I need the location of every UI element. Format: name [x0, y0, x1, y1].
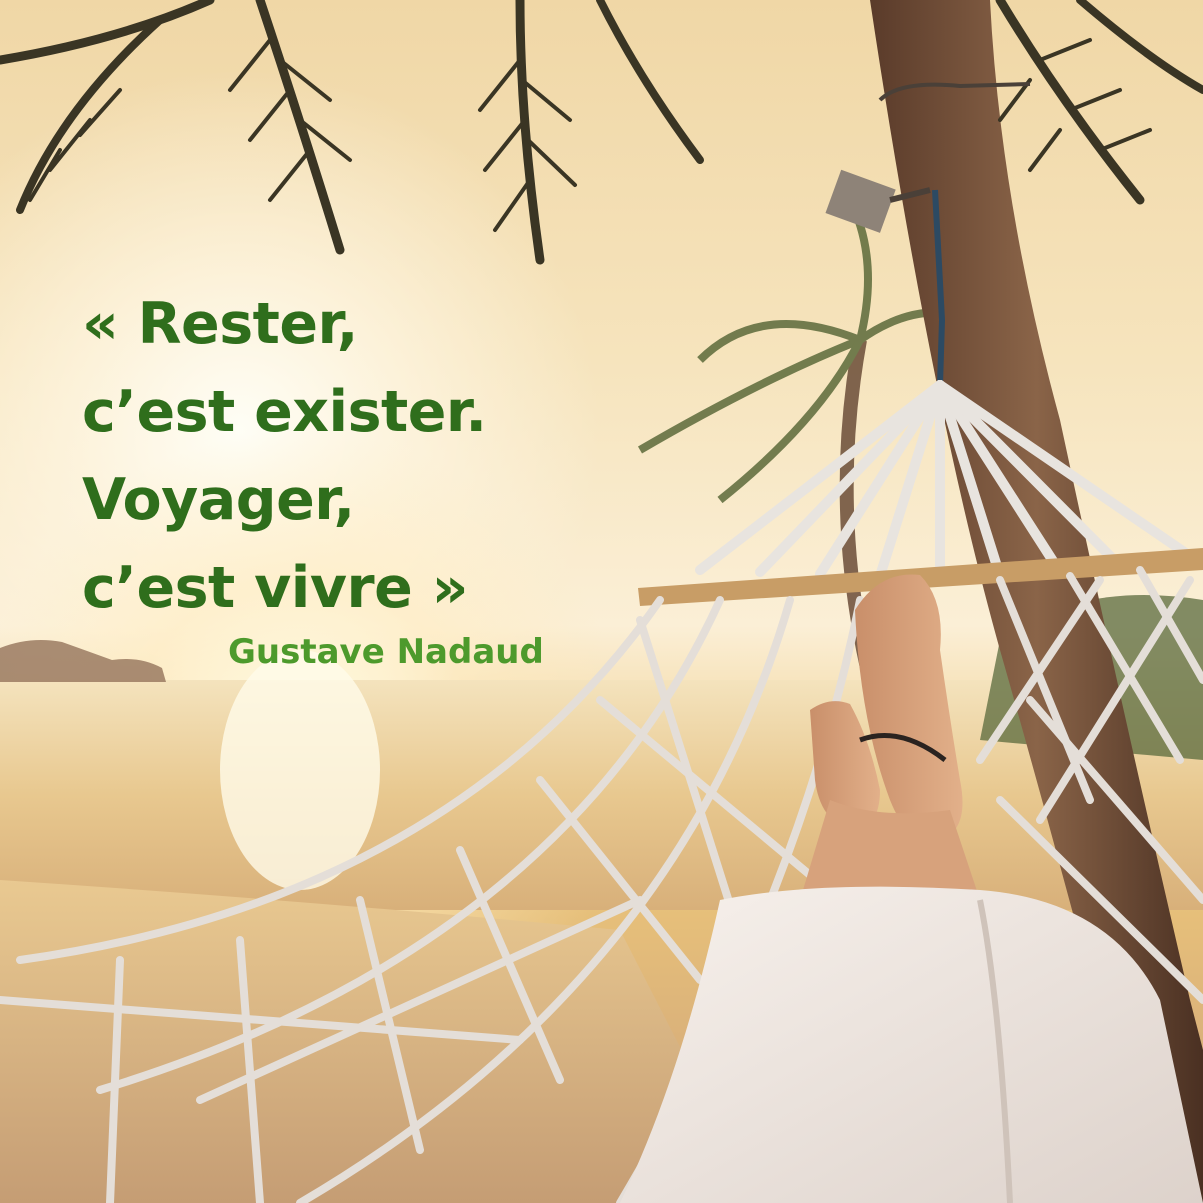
quote-line-4: c’est vivre »	[82, 555, 468, 621]
quote-author: Gustave Nadaud	[228, 632, 544, 672]
quote-line-3: Voyager,	[82, 467, 355, 533]
sun-reflection	[220, 650, 380, 890]
feet	[800, 574, 980, 900]
quote-text: « Rester, c’est exister. Voyager, c’est …	[82, 280, 642, 632]
quote-line-2: c’est exister.	[82, 379, 487, 445]
distant-island	[0, 640, 166, 682]
hammock-fan	[695, 380, 1195, 583]
quote-line-1: « Rester,	[82, 291, 358, 357]
palm-fronds	[0, 0, 1203, 265]
photo-scene: « Rester, c’est exister. Voyager, c’est …	[0, 0, 1203, 1203]
